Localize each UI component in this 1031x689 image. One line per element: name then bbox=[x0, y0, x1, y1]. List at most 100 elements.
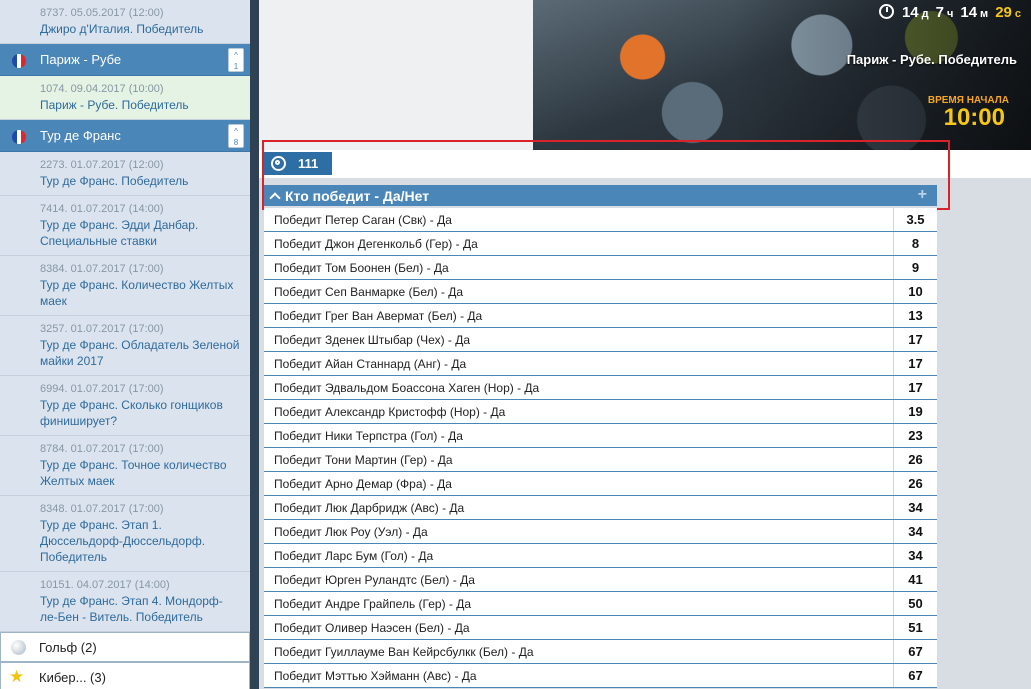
category-label: Тур де Франс bbox=[40, 128, 121, 143]
market-row[interactable]: Победит Петер Саган (Свк) - Да 3.5 bbox=[264, 208, 937, 232]
market-header[interactable]: Кто победит - Да/Нет + bbox=[264, 185, 937, 206]
sport-label: Кибер... (3) bbox=[39, 669, 106, 685]
odds-value[interactable]: 17 bbox=[893, 328, 937, 351]
sidebar-event[interactable]: 8784. 01.07.2017 (17:00) Тур де Франс. Т… bbox=[0, 436, 250, 496]
sidebar-event-active[interactable]: 1074. 09.04.2017 (10:00) Париж - Рубе. П… bbox=[0, 76, 250, 120]
market-row[interactable]: Победит Ларс Бум (Гол) - Да 34 bbox=[264, 544, 937, 568]
odds-value[interactable]: 34 bbox=[893, 520, 937, 543]
sidebar-event[interactable]: 8348. 01.07.2017 (17:00) Тур де Франс. Э… bbox=[0, 496, 250, 572]
outcome-name: Победит Грег Ван Авермат (Бел) - Да bbox=[274, 308, 483, 323]
sidebar: 8737. 05.05.2017 (12:00) Джиро д'Италия.… bbox=[0, 0, 250, 689]
odds-value[interactable]: 67 bbox=[893, 664, 937, 687]
market-row[interactable]: Победит Юрген Руландтс (Бел) - Да 41 bbox=[264, 568, 937, 592]
outcome-name: Победит Тони Мартин (Гер) - Да bbox=[274, 452, 453, 467]
market-row[interactable]: Победит Грег Ван Авермат (Бел) - Да 13 bbox=[264, 304, 937, 328]
category-count: 1 bbox=[233, 62, 239, 71]
odds-value[interactable]: 8 bbox=[893, 232, 937, 255]
outcome-name: Победит Юрген Руландтс (Бел) - Да bbox=[274, 572, 475, 587]
sidebar-event[interactable]: 8384. 01.07.2017 (17:00) Тур де Франс. К… bbox=[0, 256, 250, 316]
odds-value[interactable]: 23 bbox=[893, 424, 937, 447]
odds-value[interactable]: 26 bbox=[893, 448, 937, 471]
sidebar-event[interactable]: 6994. 01.07.2017 (17:00) Тур де Франс. С… bbox=[0, 376, 250, 436]
market-row[interactable]: Победит Арно Демар (Фра) - Да 26 bbox=[264, 472, 937, 496]
market-row[interactable]: Победит Оливер Наэсен (Бел) - Да 51 bbox=[264, 616, 937, 640]
event-id-tab[interactable]: 111 bbox=[264, 152, 332, 175]
countdown-minutes-unit: м bbox=[980, 8, 989, 20]
market-row[interactable]: Победит Андре Грайпель (Гер) - Да 50 bbox=[264, 592, 937, 616]
market-row[interactable]: Победит Мэттью Хэйманн (Авс) - Да 67 bbox=[264, 664, 937, 688]
sidebar-sport-cyber[interactable]: ★ Кибер... (3) bbox=[0, 662, 250, 689]
odds-value[interactable]: 17 bbox=[893, 376, 937, 399]
market-title: Кто победит - Да/Нет bbox=[285, 187, 430, 204]
outcome-name: Победит Том Боонен (Бел) - Да bbox=[274, 260, 449, 275]
market-row[interactable]: Победит Люк Дарбридж (Авс) - Да 34 bbox=[264, 496, 937, 520]
odds-value[interactable]: 17 bbox=[893, 352, 937, 375]
odds-value[interactable]: 10 bbox=[893, 280, 937, 303]
sidebar-event[interactable]: 3257. 01.07.2017 (17:00) Тур де Франс. О… bbox=[0, 316, 250, 376]
banner-event-title: Париж - Рубе. Победитель bbox=[846, 52, 1017, 67]
market-row[interactable]: Победит Тони Мартин (Гер) - Да 26 bbox=[264, 448, 937, 472]
star-icon: ★ bbox=[9, 667, 25, 686]
event-title: Тур де Франс. Этап 1. Дюссельдорф-Дюссел… bbox=[40, 518, 206, 564]
event-title: Тур де Франс. Этап 4. Мондорф-ле-Бен - В… bbox=[40, 594, 223, 624]
main-content: 14 д 7 ч 14 м 29 с Париж - Рубе. Победит… bbox=[259, 0, 1031, 689]
market-row[interactable]: Победит Айан Станнард (Анг) - Да 17 bbox=[264, 352, 937, 376]
market-row[interactable]: Победит Ники Терпстра (Гол) - Да 23 bbox=[264, 424, 937, 448]
outcome-name: Победит Люк Роу (Уэл) - Да bbox=[274, 524, 428, 539]
outcome-name: Победит Джон Дегенкольб (Гер) - Да bbox=[274, 236, 478, 251]
chevron-up-icon bbox=[269, 191, 281, 204]
event-meta: 8348. 01.07.2017 (17:00) bbox=[40, 503, 164, 515]
outcome-name: Победит Айан Станнард (Анг) - Да bbox=[274, 356, 467, 371]
event-meta: 8784. 01.07.2017 (17:00) bbox=[40, 443, 164, 455]
market-row[interactable]: Победит Зденек Штыбар (Чех) - Да 17 bbox=[264, 328, 937, 352]
outcome-name: Победит Люк Дарбридж (Авс) - Да bbox=[274, 500, 465, 515]
event-meta: 8384. 01.07.2017 (17:00) bbox=[40, 263, 164, 275]
odds-value[interactable]: 9 bbox=[893, 256, 937, 279]
event-meta: 10151. 04.07.2017 (14:00) bbox=[40, 579, 170, 591]
sidebar-event-top[interactable]: 8737. 05.05.2017 (12:00) Джиро д'Италия.… bbox=[0, 0, 250, 44]
event-meta: 1074. 09.04.2017 (10:00) bbox=[40, 83, 164, 95]
market-row[interactable]: Победит Гуиллауме Ван Кейрсбулкк (Бел) -… bbox=[264, 640, 937, 664]
sidebar-divider bbox=[250, 0, 259, 689]
odds-value[interactable]: 34 bbox=[893, 544, 937, 567]
event-meta: 6994. 01.07.2017 (17:00) bbox=[40, 383, 164, 395]
market-row[interactable]: Победит Джон Дегенкольб (Гер) - Да 8 bbox=[264, 232, 937, 256]
odds-value[interactable]: 34 bbox=[893, 496, 937, 519]
odds-value[interactable]: 26 bbox=[893, 472, 937, 495]
target-icon bbox=[271, 156, 286, 171]
event-title: Тур де Франс. Победитель bbox=[40, 174, 189, 188]
market-row[interactable]: Победит Александр Кристофф (Нор) - Да 19 bbox=[264, 400, 937, 424]
countdown-minutes: 14 bbox=[960, 4, 978, 21]
odds-value[interactable]: 51 bbox=[893, 616, 937, 639]
event-meta: 2273. 01.07.2017 (12:00) bbox=[40, 159, 164, 171]
countdown-hours-unit: ч bbox=[946, 8, 954, 20]
sidebar-event[interactable]: 7414. 01.07.2017 (14:00) Тур де Франс. Э… bbox=[0, 196, 250, 256]
outcome-name: Победит Ларс Бум (Гол) - Да bbox=[274, 548, 434, 563]
outcome-name: Победит Гуиллауме Ван Кейрсбулкк (Бел) -… bbox=[274, 644, 534, 659]
plus-icon[interactable]: + bbox=[918, 186, 927, 204]
outcome-name: Победит Петер Саган (Свк) - Да bbox=[274, 212, 452, 227]
countdown-seconds: 29 bbox=[995, 4, 1012, 21]
odds-value[interactable]: 67 bbox=[893, 640, 937, 663]
market-row[interactable]: Победит Эдвальдом Боассона Хаген (Нор) -… bbox=[264, 376, 937, 400]
market-row[interactable]: Победит Сеп Ванмарке (Бел) - Да 10 bbox=[264, 280, 937, 304]
odds-value[interactable]: 50 bbox=[893, 592, 937, 615]
sidebar-category-tour-de-france[interactable]: Тур де Франс ^ 8 bbox=[0, 120, 250, 152]
sidebar-sport-golf[interactable]: Гольф (2) bbox=[0, 632, 250, 662]
header-blank-area bbox=[259, 0, 533, 150]
sidebar-event[interactable]: 2273. 01.07.2017 (12:00) Тур де Франс. П… bbox=[0, 152, 250, 196]
countdown-hours: 7 bbox=[935, 4, 944, 21]
collapse-count-badge[interactable]: ^ 8 bbox=[228, 124, 244, 148]
tab-strip bbox=[259, 150, 1031, 178]
odds-value[interactable]: 13 bbox=[893, 304, 937, 327]
sidebar-event[interactable]: 10151. 04.07.2017 (14:00) Тур де Франс. … bbox=[0, 572, 250, 632]
odds-value[interactable]: 19 bbox=[893, 400, 937, 423]
market-row[interactable]: Победит Том Боонен (Бел) - Да 9 bbox=[264, 256, 937, 280]
market-row[interactable]: Победит Люк Роу (Уэл) - Да 34 bbox=[264, 520, 937, 544]
event-meta: 8737. 05.05.2017 (12:00) bbox=[40, 7, 164, 19]
sidebar-category-paris-roubaix[interactable]: Париж - Рубе ^ 1 bbox=[0, 44, 250, 76]
collapse-count-badge[interactable]: ^ 1 bbox=[228, 48, 244, 72]
start-time-value: 10:00 bbox=[943, 104, 1005, 131]
odds-value[interactable]: 41 bbox=[893, 568, 937, 591]
odds-value[interactable]: 3.5 bbox=[893, 208, 937, 231]
